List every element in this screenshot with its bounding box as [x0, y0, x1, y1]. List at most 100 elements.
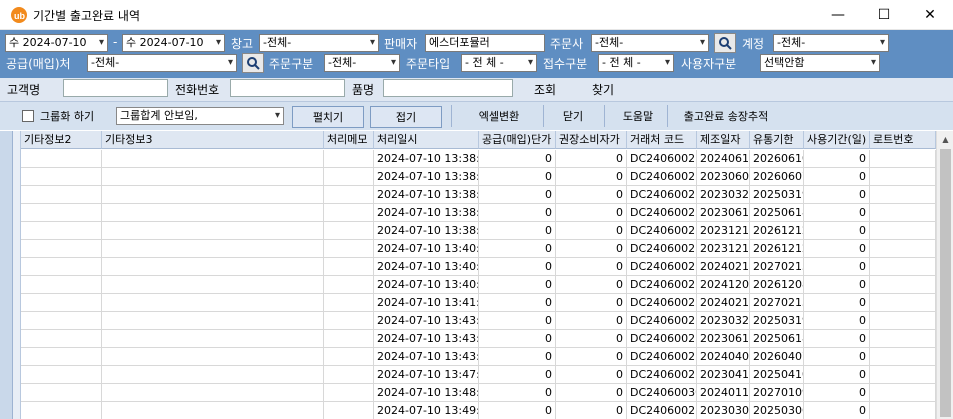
table-cell[interactable]: 20261208	[750, 276, 804, 294]
table-cell[interactable]	[102, 276, 324, 294]
table-cell[interactable]: 2024-07-10 13:40:09	[374, 240, 479, 258]
column-header[interactable]: 사용기간(일)	[804, 131, 870, 149]
table-cell[interactable]: DC24060025	[627, 186, 697, 204]
table-cell[interactable]: 0	[556, 204, 627, 222]
table-cell[interactable]	[324, 366, 374, 384]
table-cell[interactable]: 20240214	[697, 294, 750, 312]
table-cell[interactable]: 0	[804, 258, 870, 276]
table-cell[interactable]: 0	[479, 258, 556, 276]
table-cell[interactable]: 20240214	[697, 258, 750, 276]
receipt-select[interactable]: - 전 체 -	[598, 54, 674, 72]
column-header[interactable]: 거래처 코드	[627, 131, 697, 149]
table-cell[interactable]	[870, 186, 936, 204]
date-to-picker[interactable]: 수 2024-07-10	[122, 34, 225, 52]
table-cell[interactable]	[324, 222, 374, 240]
vertical-scrollbar[interactable]: ▲	[936, 131, 953, 419]
table-cell[interactable]: 0	[479, 186, 556, 204]
table-cell[interactable]: DC24060025	[627, 168, 697, 186]
ordertype-select[interactable]: -전체-	[324, 54, 400, 72]
table-cell[interactable]: 0	[804, 222, 870, 240]
table-cell[interactable]	[870, 168, 936, 186]
table-cell[interactable]: 20270213	[750, 294, 804, 312]
table-cell[interactable]	[870, 150, 936, 168]
table-cell[interactable]: 20260610	[750, 150, 804, 168]
table-cell[interactable]: 0	[556, 294, 627, 312]
table-cell[interactable]: 0	[556, 276, 627, 294]
table-cell[interactable]	[102, 384, 324, 402]
orderer-search-button[interactable]	[714, 33, 736, 53]
table-cell[interactable]	[324, 384, 374, 402]
table-cell[interactable]	[102, 330, 324, 348]
table-cell[interactable]	[324, 276, 374, 294]
table-cell[interactable]: 20230608	[697, 168, 750, 186]
table-cell[interactable]	[102, 402, 324, 419]
table-cell[interactable]: 0	[556, 366, 627, 384]
table-cell[interactable]: 20250306	[750, 402, 804, 419]
table-cell[interactable]: 20231213	[697, 222, 750, 240]
table-cell[interactable]: 0	[479, 168, 556, 186]
table-cell[interactable]: 20240611	[697, 150, 750, 168]
table-cell[interactable]: 20270109	[750, 384, 804, 402]
table-cell[interactable]: 20260407	[750, 348, 804, 366]
table-cell[interactable]: 20230619	[697, 204, 750, 222]
table-cell[interactable]	[870, 348, 936, 366]
column-header[interactable]: 유통기한	[750, 131, 804, 149]
table-cell[interactable]: 2024-07-10 13:43:37	[374, 312, 479, 330]
table-cell[interactable]: 2024-07-10 13:40:48	[374, 276, 479, 294]
table-cell[interactable]	[870, 402, 936, 419]
table-cell[interactable]	[870, 258, 936, 276]
table-cell[interactable]	[21, 384, 102, 402]
table-cell[interactable]	[21, 150, 102, 168]
table-cell[interactable]	[102, 294, 324, 312]
ordertype2-select[interactable]: - 전 체 -	[461, 54, 537, 72]
table-cell[interactable]: 0	[804, 150, 870, 168]
table-cell[interactable]: 20250410	[750, 366, 804, 384]
search-button[interactable]: 조회	[520, 79, 570, 99]
table-cell[interactable]	[21, 348, 102, 366]
table-cell[interactable]: 0	[556, 222, 627, 240]
table-cell[interactable]	[21, 204, 102, 222]
table-cell[interactable]: 0	[556, 348, 627, 366]
column-header[interactable]: 처리메모	[324, 131, 374, 149]
table-cell[interactable]: 20261212	[750, 240, 804, 258]
table-cell[interactable]: 20231213	[697, 240, 750, 258]
table-cell[interactable]	[102, 240, 324, 258]
table-cell[interactable]	[870, 312, 936, 330]
table-cell[interactable]	[324, 168, 374, 186]
table-cell[interactable]: DC24060025	[627, 276, 697, 294]
table-cell[interactable]	[21, 366, 102, 384]
table-cell[interactable]: 0	[479, 384, 556, 402]
table-cell[interactable]: 0	[804, 168, 870, 186]
table-cell[interactable]: 0	[556, 402, 627, 419]
table-cell[interactable]: 20250618	[750, 330, 804, 348]
table-cell[interactable]: DC24060025	[627, 150, 697, 168]
table-cell[interactable]: 0	[804, 384, 870, 402]
table-cell[interactable]: 20261212	[750, 222, 804, 240]
table-cell[interactable]: 0	[479, 276, 556, 294]
table-cell[interactable]	[21, 168, 102, 186]
table-cell[interactable]: DC24060025	[627, 294, 697, 312]
table-cell[interactable]: 0	[479, 294, 556, 312]
table-cell[interactable]	[324, 348, 374, 366]
table-cell[interactable]: 2024-07-10 13:48:15	[374, 384, 479, 402]
table-cell[interactable]: DC24060025	[627, 312, 697, 330]
table-cell[interactable]: 2024-07-10 13:38:15	[374, 222, 479, 240]
table-cell[interactable]: 0	[556, 150, 627, 168]
table-cell[interactable]: 2024-07-10 13:43:37	[374, 348, 479, 366]
table-cell[interactable]	[870, 222, 936, 240]
table-cell[interactable]	[324, 330, 374, 348]
table-cell[interactable]	[324, 294, 374, 312]
table-cell[interactable]	[870, 294, 936, 312]
table-cell[interactable]: 0	[479, 402, 556, 419]
table-cell[interactable]: 0	[804, 294, 870, 312]
table-cell[interactable]: 20241209	[697, 276, 750, 294]
warehouse-select[interactable]: -전체-	[259, 34, 379, 52]
excel-export-button[interactable]: 엑셀변환	[458, 106, 540, 126]
table-cell[interactable]: 2024-07-10 13:49:31	[374, 402, 479, 419]
table-cell[interactable]	[870, 204, 936, 222]
table-cell[interactable]	[21, 312, 102, 330]
table-cell[interactable]	[324, 258, 374, 276]
table-cell[interactable]	[102, 168, 324, 186]
scroll-thumb[interactable]	[940, 149, 951, 417]
column-header[interactable]: 제조일자	[697, 131, 750, 149]
